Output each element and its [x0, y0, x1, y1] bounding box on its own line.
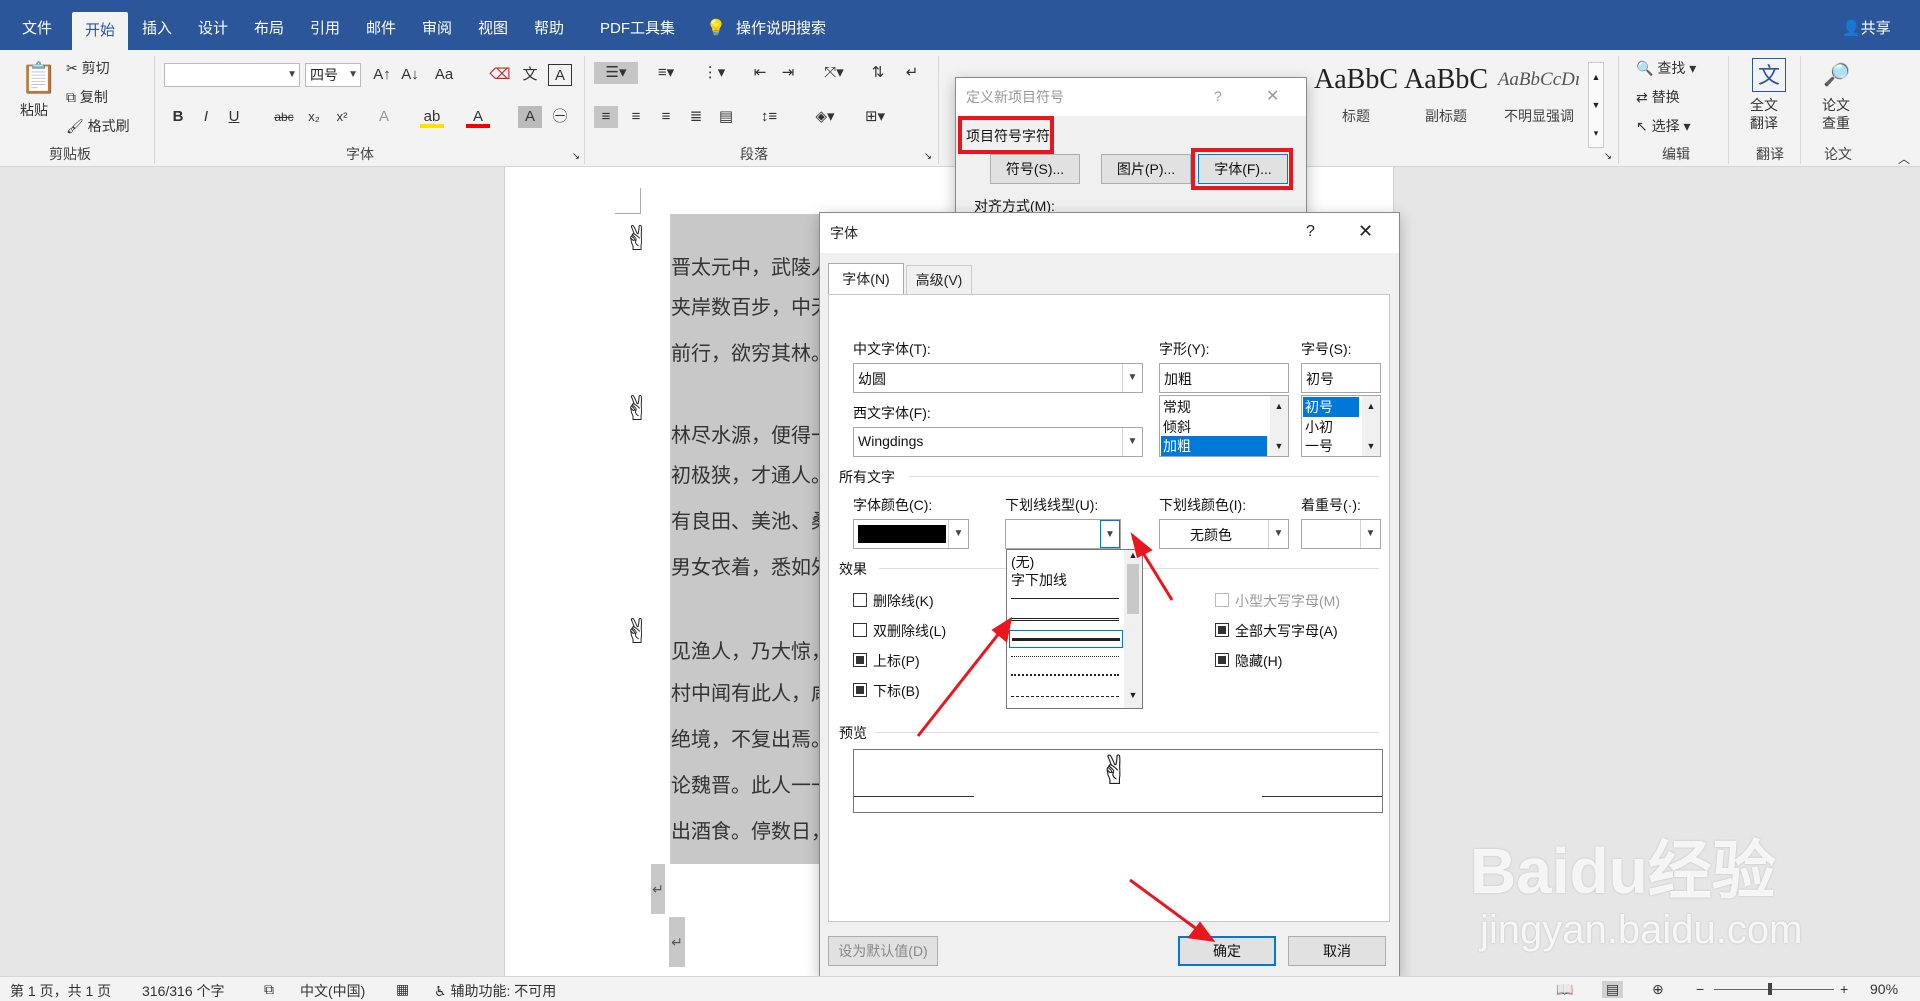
macro-icon[interactable]: ▦: [396, 981, 409, 998]
arrow-line: [916, 631, 1002, 737]
status-bar: 第 1 页，共 1 页 316/316 个字 ⧉ 中文(中国) ▦ ♿ 辅助功能…: [0, 976, 1920, 1001]
watermark-url: jingyan.baidu.com: [1480, 908, 1803, 952]
watermark-brand: Baidu经验: [1470, 835, 1776, 907]
read-mode-icon[interactable]: 📖: [1556, 981, 1573, 998]
print-layout-icon[interactable]: ▤: [1602, 981, 1624, 998]
proofing-icon[interactable]: ⧉: [264, 981, 274, 998]
zoom-out-icon[interactable]: −: [1696, 981, 1704, 997]
zoom-slider[interactable]: [1714, 983, 1834, 995]
accessibility-status[interactable]: ♿ 辅助功能: 不可用: [434, 981, 556, 1001]
arrow-line: [1138, 547, 1174, 601]
word-count[interactable]: 316/316 个字: [142, 981, 225, 1001]
arrow-line: [1129, 878, 1199, 932]
accessibility-label: 辅助功能: 不可用: [450, 983, 557, 999]
language[interactable]: 中文(中国): [300, 981, 365, 1001]
zoom-level[interactable]: 90%: [1870, 981, 1898, 997]
arrow-head: [1130, 531, 1153, 559]
zoom-in-icon[interactable]: +: [1840, 981, 1848, 997]
web-layout-icon[interactable]: ⊕: [1652, 981, 1664, 998]
accessibility-icon: ♿: [434, 983, 447, 999]
page-count[interactable]: 第 1 页，共 1 页: [10, 981, 111, 1001]
zoom-thumb[interactable]: [1768, 983, 1772, 995]
